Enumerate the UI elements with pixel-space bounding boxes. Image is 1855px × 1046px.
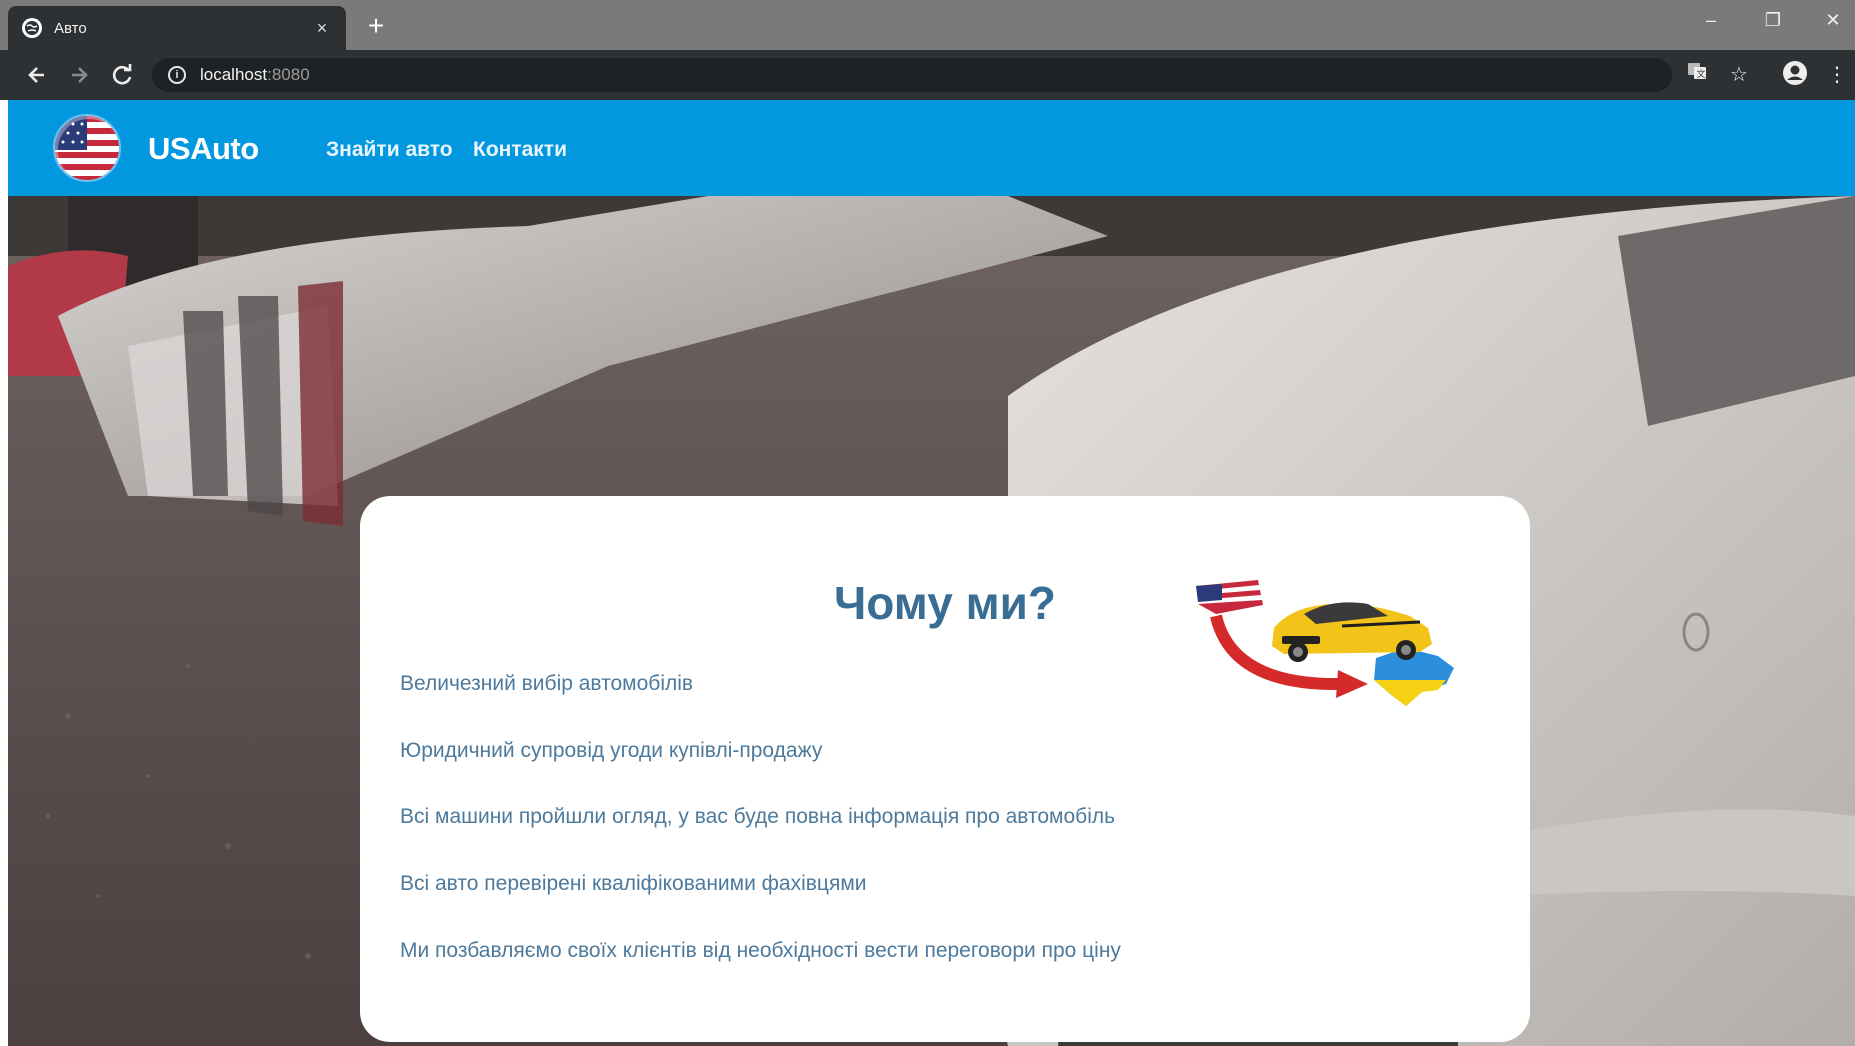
nav-link-contacts[interactable]: Контакти xyxy=(473,138,567,162)
feature-item: Ми позбавляємо своїх клієнтів від необхі… xyxy=(400,939,1121,962)
url-host: localhost xyxy=(200,65,268,84)
profile-icon[interactable] xyxy=(1780,60,1810,90)
feature-item: Всі авто перевірені кваліфікованими фахі… xyxy=(400,872,867,895)
hero-background: Чому ми? Величезний вибір автомобілів Юр… xyxy=(8,196,1855,1046)
bookmark-star-icon[interactable]: ☆ xyxy=(1724,60,1754,90)
forward-icon[interactable] xyxy=(64,60,94,90)
site-header: USAuto Знайти авто Контакти xyxy=(8,100,1855,196)
feature-item: Всі машини пройшли огляд, у вас буде пов… xyxy=(400,805,1116,828)
feature-item: Величезний вибір автомобілів xyxy=(400,672,694,695)
usa-to-ukraine-car-illustration xyxy=(1192,576,1464,710)
browser-tabstrip: Авто × + – ❐ ✕ xyxy=(0,0,1855,50)
browser-toolbar: i localhost :8080 文 ☆ ⋮ xyxy=(0,50,1855,100)
svg-text:文: 文 xyxy=(1697,68,1706,80)
why-us-card: Чому ми? Величезний вибір автомобілів Юр… xyxy=(360,496,1530,1042)
browser-tab[interactable]: Авто × xyxy=(8,6,346,50)
new-tab-button[interactable]: + xyxy=(362,12,390,40)
reload-icon[interactable] xyxy=(108,60,138,90)
feature-item: Юридичний супровід угоди купівлі-продажу xyxy=(400,739,823,762)
restore-button[interactable]: ❐ xyxy=(1758,10,1788,31)
menu-kebab-icon[interactable]: ⋮ xyxy=(1822,60,1852,90)
nav-link-find-car[interactable]: Знайти авто xyxy=(326,138,453,162)
tab-title: Авто xyxy=(54,19,87,37)
info-icon[interactable]: i xyxy=(168,66,186,84)
usa-flag-globe-icon[interactable] xyxy=(53,114,121,182)
address-bar[interactable]: i localhost :8080 xyxy=(152,58,1672,92)
minimize-button[interactable]: – xyxy=(1696,10,1726,31)
url-port: :8080 xyxy=(267,65,310,84)
back-icon[interactable] xyxy=(22,60,52,90)
close-window-button[interactable]: ✕ xyxy=(1818,10,1848,31)
tab-close-icon[interactable]: × xyxy=(312,18,332,39)
translate-icon[interactable]: 文 xyxy=(1682,60,1712,90)
globe-icon xyxy=(22,18,42,38)
brand-logo-text[interactable]: USAuto xyxy=(148,131,259,167)
